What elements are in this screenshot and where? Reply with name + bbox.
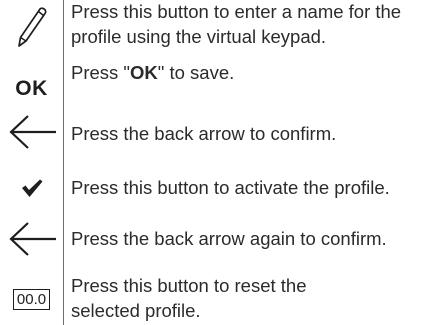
ok-label: OK xyxy=(15,77,48,100)
instruction-save-prefix: Press " xyxy=(71,62,130,83)
instruction-reset: Press this button to reset the selected … xyxy=(71,275,307,321)
reset-value-label: 00.0 xyxy=(12,288,51,310)
instruction-save: Press "OK" to save. xyxy=(71,60,427,85)
instruction-save-ok: OK xyxy=(130,62,158,83)
instruction-confirm: Press the back arrow to confirm. xyxy=(71,123,337,144)
instruction-activate: Press this button to activate the profil… xyxy=(71,177,390,198)
checkmark-icon xyxy=(0,165,63,211)
instruction-confirm-again: Press the back arrow again to confirm. xyxy=(71,228,387,249)
instruction-save-suffix: " to save. xyxy=(157,62,235,83)
reset-value-icon: 00.0 xyxy=(0,285,63,313)
instruction-enter-name: Press this button to enter a name for th… xyxy=(71,1,402,47)
back-arrow-icon xyxy=(0,215,63,263)
column-divider xyxy=(63,0,64,325)
back-arrow-icon xyxy=(0,108,63,156)
pencil-icon xyxy=(0,0,63,56)
ok-button-icon: OK xyxy=(0,74,63,104)
